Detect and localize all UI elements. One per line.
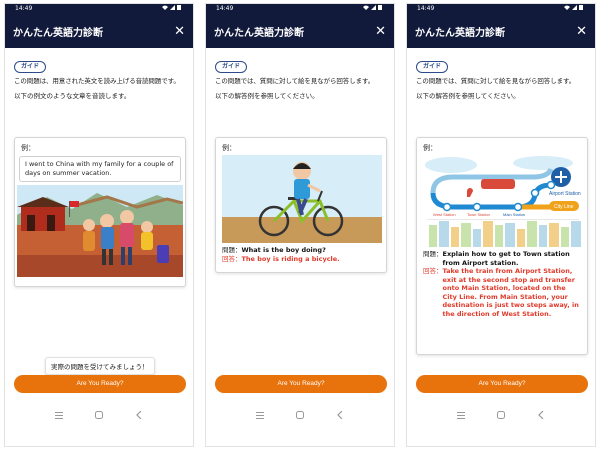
- instruction: 以下の例文のような文章を音読します。: [14, 92, 131, 100]
- answer-label: 回答：: [423, 267, 443, 275]
- guide-badge: ガイド: [215, 61, 248, 73]
- battery-icon: [579, 5, 583, 10]
- answer-label: 回答：: [222, 254, 242, 263]
- signal-icon: [572, 5, 577, 10]
- town-station-label: Town Station: [467, 212, 490, 217]
- app-title: かんたん英語力診断: [415, 27, 505, 39]
- example-card: 例： Airport Station West Station Town Sta…: [416, 137, 588, 355]
- answer-text: Take the train from Airport Station, exi…: [442, 267, 579, 318]
- recent-apps-icon[interactable]: [256, 411, 264, 419]
- question-text: What is the boy doing?: [241, 246, 326, 254]
- app-bar: かんたん英語力診断 ✕: [5, 14, 193, 48]
- battery-icon: [378, 5, 382, 10]
- instruction: 以下の解答例を参照してください。: [416, 92, 520, 100]
- android-nav-bar: [407, 405, 595, 425]
- question-label: 問題：: [222, 246, 242, 254]
- app-title: かんたん英語力診断: [13, 27, 103, 39]
- back-icon[interactable]: [336, 411, 344, 419]
- status-icons: [362, 4, 384, 14]
- recent-apps-icon[interactable]: [55, 411, 63, 419]
- wifi-icon: [363, 5, 369, 10]
- are-you-ready-button[interactable]: Are You Ready?: [14, 375, 186, 393]
- wifi-icon: [564, 5, 570, 10]
- guide-badge: ガイド: [14, 61, 47, 73]
- screen-reading: 14:49 かんたん英語力診断 ✕ ガイド この問題は、用意された英文を読み上げ…: [4, 3, 194, 447]
- app-bar: かんたん英語力診断 ✕: [206, 14, 394, 48]
- home-icon[interactable]: [497, 411, 505, 419]
- status-bar: 14:49: [5, 4, 193, 14]
- west-station-label: West Station: [433, 212, 456, 217]
- example-card: 例： 問題： What is the boy doing? 回答： The boy …: [215, 137, 387, 273]
- close-icon[interactable]: ✕: [375, 25, 386, 38]
- battery-icon: [177, 5, 181, 10]
- status-time: 14:49: [15, 5, 33, 12]
- android-nav-bar: [5, 405, 193, 425]
- city-line-label: City Line: [554, 204, 574, 210]
- close-icon[interactable]: ✕: [576, 25, 587, 38]
- airport-station-label: Airport Station: [549, 191, 581, 197]
- example-label: 例：: [21, 144, 35, 152]
- back-icon[interactable]: [537, 411, 545, 419]
- guide-badge: ガイド: [416, 61, 449, 73]
- status-icons: [161, 4, 183, 14]
- example-label: 例：: [423, 144, 437, 152]
- answer-text: The boy is riding a bicycle.: [241, 254, 340, 263]
- instruction: 以下の解答例を参照してください。: [215, 92, 319, 100]
- back-icon[interactable]: [135, 411, 143, 419]
- status-bar: 14:49: [206, 4, 394, 14]
- boy-bicycle-illustration: [222, 155, 382, 243]
- description: この問題では、質問に対して絵を見ながら回答します。: [215, 77, 375, 85]
- home-icon[interactable]: [95, 411, 103, 419]
- main-station-label: Main Station: [503, 212, 525, 217]
- status-icons: [563, 4, 585, 14]
- china-trip-illustration: [17, 185, 183, 277]
- example-sentence: I went to China with my family for a cou…: [19, 156, 181, 182]
- recent-apps-icon[interactable]: [457, 411, 465, 419]
- status-time: 14:49: [216, 5, 234, 12]
- are-you-ready-button[interactable]: Are You Ready?: [416, 375, 588, 393]
- toast-message: 実際の問題を受けてみましょう！: [45, 357, 155, 375]
- app-bar: かんたん英語力診断 ✕: [407, 14, 595, 48]
- wifi-icon: [162, 5, 168, 10]
- screen-map-question: 14:49 かんたん英語力診断 ✕ ガイド この問題では、質問に対して絵を見なが…: [406, 3, 596, 447]
- description: この問題では、質問に対して絵を見ながら回答します。: [416, 77, 576, 85]
- are-you-ready-button[interactable]: Are You Ready?: [215, 375, 387, 393]
- description: この問題は、用意された英文を読み上げる音読問題です。: [14, 77, 180, 85]
- signal-icon: [371, 5, 376, 10]
- signal-icon: [170, 5, 175, 10]
- train-map-illustration: Airport Station West Station Town Statio…: [423, 155, 583, 247]
- status-bar: 14:49: [407, 4, 595, 14]
- screen-picture-question: 14:49 かんたん英語力診断 ✕ ガイド この問題では、質問に対して絵を見なが…: [205, 3, 395, 447]
- app-title: かんたん英語力診断: [214, 27, 304, 39]
- question-text: Explain how to get to Town station from …: [442, 250, 570, 267]
- status-time: 14:49: [417, 5, 435, 12]
- close-icon[interactable]: ✕: [174, 25, 185, 38]
- android-nav-bar: [206, 405, 394, 425]
- example-label: 例：: [222, 144, 236, 152]
- example-card: 例： I went to China with my family for a …: [14, 137, 186, 287]
- question-label: 問題：: [423, 250, 443, 258]
- home-icon[interactable]: [296, 411, 304, 419]
